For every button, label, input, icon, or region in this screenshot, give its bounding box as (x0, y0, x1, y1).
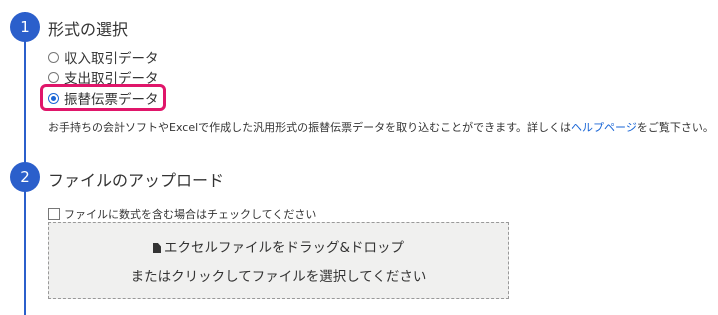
radio-option-transfer[interactable]: 振替伝票データ (48, 88, 159, 108)
file-icon (152, 243, 161, 253)
radio-label: 振替伝票データ (64, 92, 159, 108)
step-2-badge: 2 (10, 162, 40, 192)
formula-checkbox-label: ファイルに数式を含む場合はチェックしてください (64, 208, 317, 221)
description-text-end: をご覧下さい。 (636, 121, 714, 134)
formula-checkbox[interactable] (48, 208, 60, 220)
file-dropzone[interactable]: エクセルファイルをドラッグ&ドロップ またはクリックしてファイルを選択してくださ… (48, 222, 509, 299)
radio-button-selected[interactable] (48, 92, 59, 104)
description-text: お手持ちの会計ソフトやExcelで作成した汎用形式の振替伝票データを取り込むこと… (48, 121, 572, 134)
help-page-link[interactable]: ヘルプページ (571, 121, 637, 134)
formula-checkbox-row[interactable]: ファイルに数式を含む場合はチェックしてください (48, 206, 316, 222)
radio-button[interactable] (48, 71, 59, 83)
dropzone-line-1: エクセルファイルをドラッグ&ドロップ (49, 236, 508, 256)
radio-label: 収入取引データ (64, 51, 159, 67)
step-2-title: ファイルのアップロード (48, 171, 225, 190)
dropzone-line-2: またはクリックしてファイルを選択してください (130, 269, 427, 285)
step-1-title: 形式の選択 (48, 20, 129, 39)
radio-option-income[interactable]: 収入取引データ (48, 47, 159, 67)
format-description: お手持ちの会計ソフトやExcelで作成した汎用形式の振替伝票データを取り込むこと… (48, 119, 714, 135)
step-1-badge: 1 (10, 12, 40, 42)
dropzone-drag-text: エクセルファイルをドラッグ&ドロップ (163, 240, 405, 256)
radio-button[interactable] (48, 51, 59, 63)
